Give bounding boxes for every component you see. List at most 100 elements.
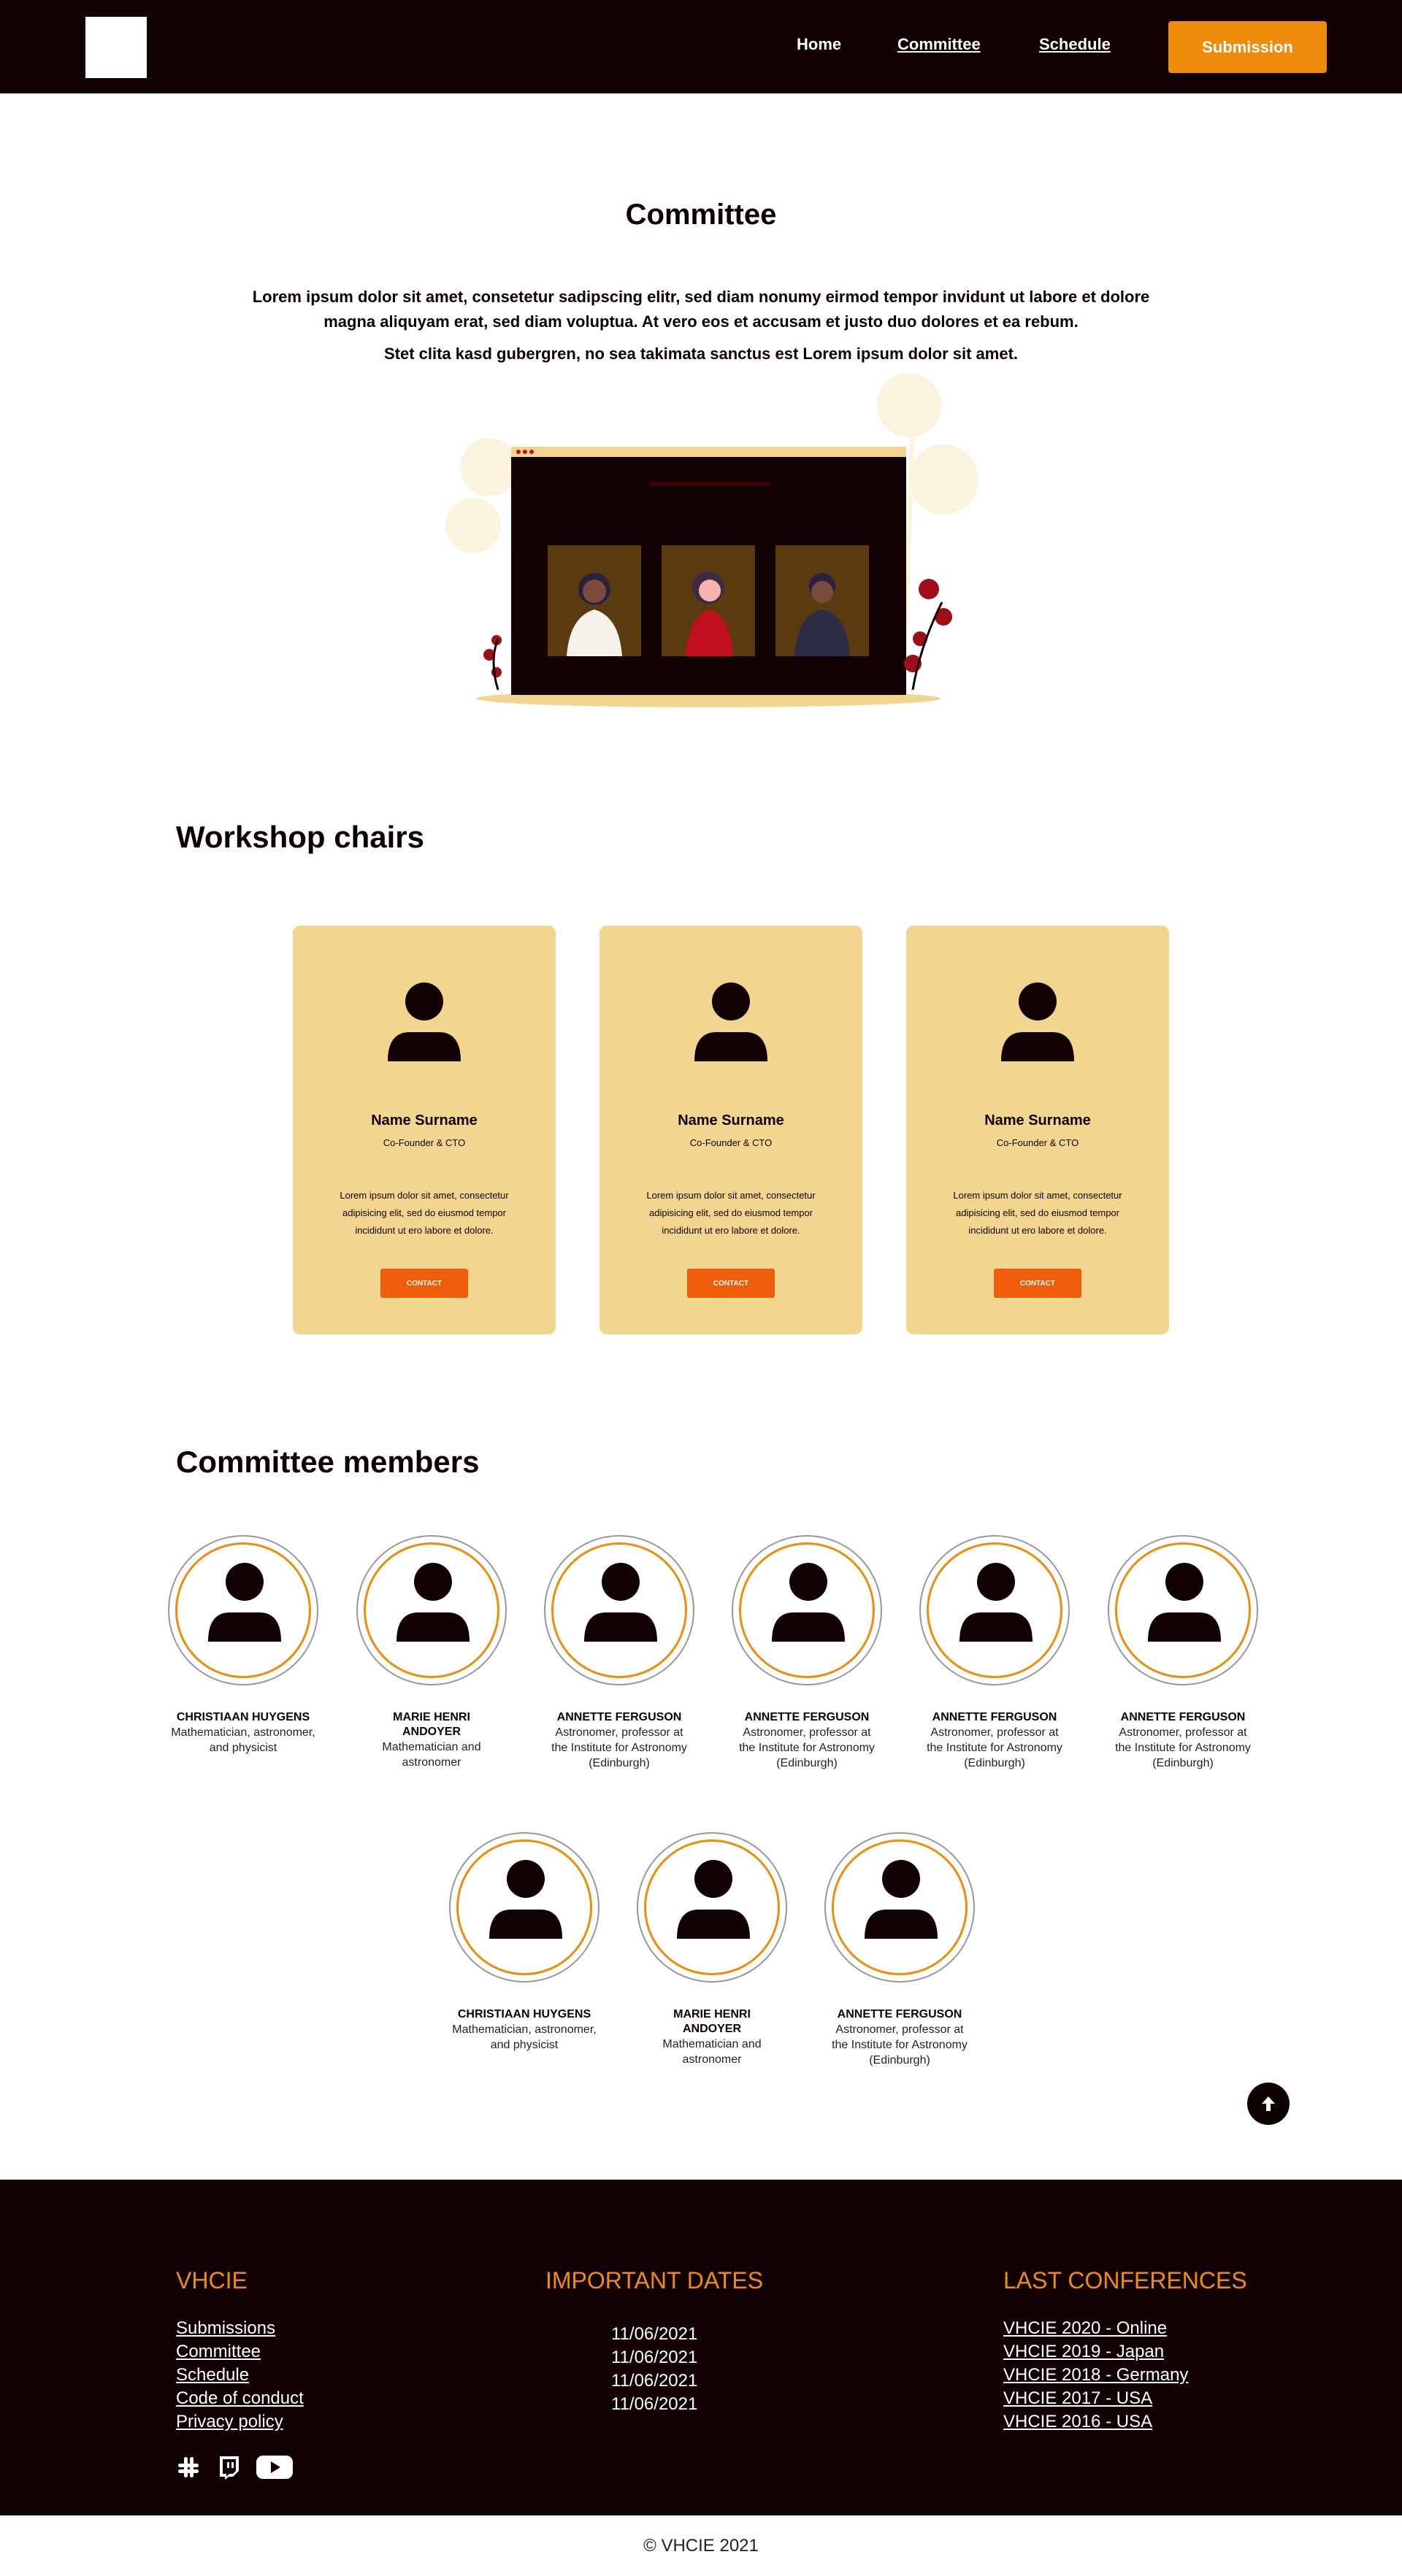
- contact-button[interactable]: CONTACT: [994, 1269, 1081, 1298]
- back-to-top-button[interactable]: [1247, 2083, 1290, 2125]
- important-date: 11/06/2021: [611, 2324, 698, 2344]
- member-description: Mathematician, astronomer, and physicist: [452, 2023, 597, 2051]
- twitch-icon[interactable]: [217, 2455, 240, 2480]
- person-icon: [694, 983, 767, 1061]
- chair-description: Lorem ipsum dolor sit amet, consectetur …: [953, 1190, 1122, 1236]
- person-icon: [388, 983, 461, 1061]
- footer-dates-title: IMPORTANT DATES: [545, 2267, 764, 2294]
- footer-link[interactable]: Committee: [176, 2340, 304, 2364]
- chair-card: Name Surname Co-Founder & CTO Lorem ipsu…: [600, 926, 862, 1334]
- page-title: Committee: [625, 199, 777, 231]
- important-date: 11/06/2021: [611, 2394, 698, 2414]
- footer-vhcie-title: VHCIE: [176, 2267, 248, 2294]
- avatar[interactable]: [356, 1535, 507, 1685]
- member-name: MARIE HENRI ANDOYER: [673, 2008, 751, 2035]
- chair-name: Name Surname: [984, 1112, 1091, 1129]
- footer-link[interactable]: Schedule: [176, 2364, 304, 2387]
- site-logo[interactable]: [85, 17, 147, 78]
- avatar[interactable]: [168, 1535, 318, 1685]
- slack-icon[interactable]: [176, 2455, 201, 2480]
- footer-link[interactable]: VHCIE 2019 - Japan: [1003, 2340, 1188, 2364]
- member-name: ANNETTE FERGUSON: [1120, 1711, 1246, 1723]
- nav-committee-link[interactable]: Committee: [897, 35, 981, 54]
- member-card: ANNETTE FERGUSON Astronomer, professor at…: [819, 1832, 980, 2068]
- person-icon: [1001, 983, 1074, 1061]
- social-links: [176, 2455, 293, 2480]
- avatar[interactable]: [824, 1832, 975, 1983]
- site-footer: VHCIE Submissions Committee Schedule Cod…: [0, 2180, 1402, 2515]
- member-description: Mathematician and astronomer: [662, 2038, 762, 2066]
- member-description: Astronomer, professor at the Institute f…: [832, 2023, 968, 2066]
- footer-link[interactable]: VHCIE 2016 - USA: [1003, 2410, 1188, 2434]
- nav-schedule-link[interactable]: Schedule: [1039, 35, 1111, 54]
- member-card: CHRISTIAAN HUYGENS Mathematician, astrono…: [444, 1832, 605, 2053]
- member-name: CHRISTIAAN HUYGENS: [457, 2008, 591, 2021]
- chair-role: Co-Founder & CTO: [383, 1137, 466, 1148]
- member-name: ANNETTE FERGUSON: [932, 1711, 1057, 1723]
- committee-members-title: Committee members: [176, 1445, 480, 1479]
- submission-button[interactable]: Submission: [1168, 21, 1327, 73]
- chair-card: Name Surname Co-Founder & CTO Lorem ipsu…: [293, 926, 556, 1334]
- chair-description: Lorem ipsum dolor sit amet, consectetur …: [646, 1190, 816, 1236]
- youtube-icon[interactable]: [256, 2455, 293, 2480]
- member-name: MARIE HENRI ANDOYER: [393, 1711, 470, 1738]
- avatar[interactable]: [732, 1535, 882, 1685]
- contact-button[interactable]: CONTACT: [687, 1269, 775, 1298]
- member-description: Astronomer, professor at the Institute f…: [551, 1726, 687, 1769]
- chair-name: Name Surname: [678, 1112, 784, 1129]
- footer-link[interactable]: VHCIE 2017 - USA: [1003, 2387, 1188, 2410]
- member-card: ANNETTE FERGUSON Astronomer, professor at…: [914, 1535, 1075, 1771]
- nav-home-link[interactable]: Home: [797, 35, 841, 54]
- important-date: 11/06/2021: [611, 2348, 698, 2367]
- avatar[interactable]: [1108, 1535, 1258, 1685]
- member-description: Astronomer, professor at the Institute f…: [739, 1726, 875, 1769]
- avatar[interactable]: [637, 1832, 787, 1983]
- intro-paragraph-2: Stet clita kasd gubergren, no sea takima…: [383, 345, 1019, 363]
- arrow-up-icon: [1262, 2096, 1275, 2111]
- avatar[interactable]: [919, 1535, 1070, 1685]
- member-description: Astronomer, professor at the Institute f…: [1115, 1726, 1251, 1769]
- person-icon: [865, 1860, 938, 1939]
- member-card: ANNETTE FERGUSON Astronomer, professor at…: [727, 1535, 887, 1771]
- person-icon: [489, 1860, 562, 1939]
- member-name: ANNETTE FERGUSON: [744, 1711, 870, 1723]
- footer-dates-list: 11/06/2021 11/06/2021 11/06/2021 11/06/2…: [611, 2323, 697, 2416]
- chair-card: Name Surname Co-Founder & CTO Lorem ipsu…: [906, 926, 1169, 1334]
- site-header: Home Committee Schedule Submission: [0, 0, 1402, 93]
- video-call-illustration: [445, 373, 978, 707]
- member-card: ANNETTE FERGUSON Astronomer, professor at…: [1103, 1535, 1263, 1771]
- footer-vhcie-links: Submissions Committee Schedule Code of c…: [176, 2317, 304, 2434]
- intro-paragraph-1: Lorem ipsum dolor sit amet, consetetur s…: [252, 288, 1150, 331]
- footer-conferences-title: LAST CONFERENCES: [1003, 2267, 1247, 2294]
- member-card: ANNETTE FERGUSON Astronomer, professor at…: [539, 1535, 700, 1771]
- footer-link[interactable]: Code of conduct: [176, 2387, 304, 2410]
- member-card: MARIE HENRI ANDOYER Mathematician and ast…: [351, 1535, 512, 1770]
- footer-link[interactable]: Submissions: [176, 2317, 304, 2340]
- chair-description: Lorem ipsum dolor sit amet, consectetur …: [340, 1190, 509, 1236]
- member-description: Mathematician, astronomer, and physicist: [171, 1726, 315, 1754]
- contact-button[interactable]: CONTACT: [380, 1269, 468, 1298]
- person-icon: [772, 1563, 845, 1642]
- chair-role: Co-Founder & CTO: [996, 1137, 1079, 1148]
- member-description: Mathematician and astronomer: [382, 1741, 481, 1769]
- person-icon: [677, 1860, 750, 1939]
- footer-link[interactable]: Privacy policy: [176, 2410, 304, 2434]
- member-card: MARIE HENRI ANDOYER Mathematician and ast…: [632, 1832, 792, 2067]
- copyright-text: © VHCIE 2021: [643, 2536, 759, 2556]
- intro-text: Lorem ipsum dolor sit amet, consetetur s…: [248, 285, 1154, 366]
- person-icon: [1148, 1563, 1221, 1642]
- member-card: CHRISTIAAN HUYGENS Mathematician, astrono…: [163, 1535, 323, 1756]
- footer-link[interactable]: VHCIE 2018 - Germany: [1003, 2364, 1188, 2387]
- avatar[interactable]: [449, 1832, 600, 1983]
- member-name: CHRISTIAAN HUYGENS: [176, 1711, 310, 1723]
- person-icon: [208, 1563, 281, 1642]
- person-icon: [959, 1563, 1033, 1642]
- workshop-chairs-title: Workshop chairs: [176, 820, 424, 854]
- chair-name: Name Surname: [371, 1112, 478, 1129]
- person-icon: [397, 1563, 470, 1642]
- footer-link[interactable]: VHCIE 2020 - Online: [1003, 2317, 1188, 2340]
- avatar[interactable]: [544, 1535, 694, 1685]
- member-description: Astronomer, professor at the Institute f…: [927, 1726, 1062, 1769]
- member-name: ANNETTE FERGUSON: [556, 1711, 682, 1723]
- member-name: ANNETTE FERGUSON: [837, 2008, 962, 2021]
